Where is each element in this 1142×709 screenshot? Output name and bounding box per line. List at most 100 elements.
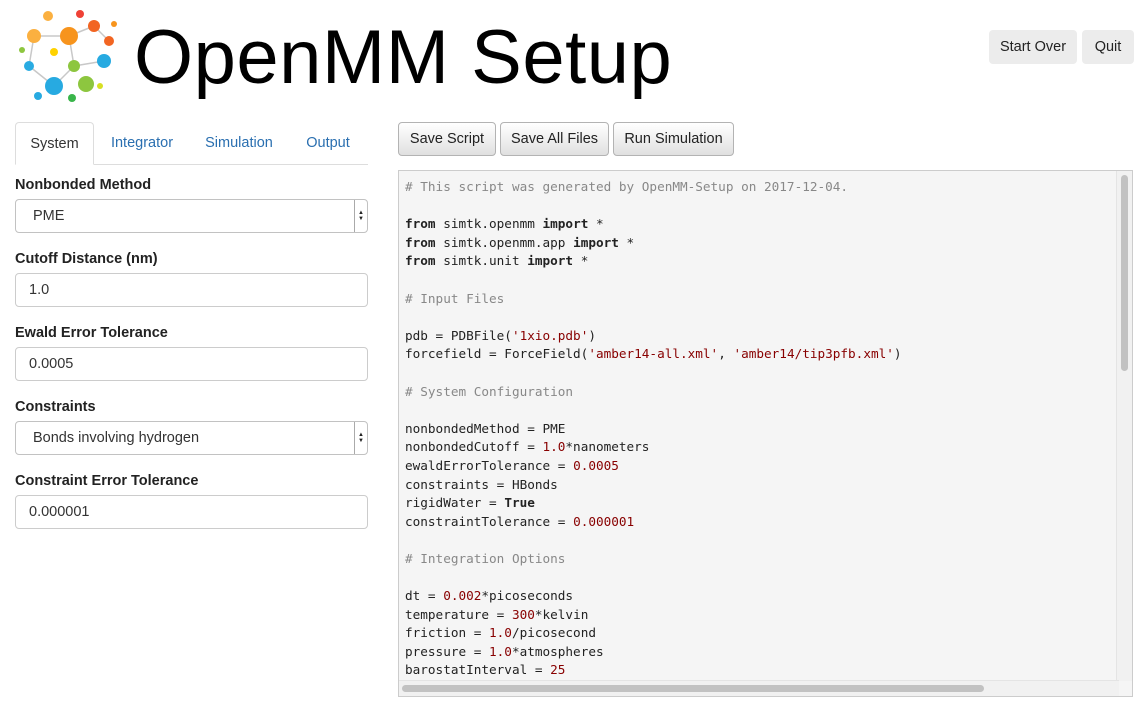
code-token: nonbondedMethod = PME [405,420,566,436]
code-token: from [405,234,436,250]
tab-output[interactable]: Output [298,122,358,164]
code-token: *picoseconds [481,588,574,604]
code-token: 'amber14-all.xml' [588,346,719,362]
code-token: 'amber14/tip3pfb.xml' [733,346,894,362]
quit-button[interactable]: Quit [1082,30,1134,64]
code-line: # Input Files [405,290,902,309]
code-token: True [504,495,535,511]
code-token: simtk.unit [435,253,528,269]
constraint-error-input[interactable]: 0.000001 [15,495,368,529]
code-token: /picosecond [511,625,596,641]
code-line: pdb = PDBFile('1xio.pdb') [405,327,902,346]
code-token: * [618,234,635,250]
vertical-scrollbar[interactable] [1116,171,1132,681]
code-token: temperature = [405,606,512,622]
script-code: # This script was generated by OpenMM-Se… [405,178,902,680]
code-line: dt = 0.002*picoseconds [405,587,902,606]
code-line: constraintTolerance = 0.000001 [405,513,902,532]
code-token: ) [588,327,596,343]
tab-system[interactable]: System [15,122,94,165]
code-token: , [718,346,734,362]
code-token: constraintTolerance = [405,513,574,529]
code-line: forcefield = ForceField('amber14-all.xml… [405,345,902,364]
code-token: # Input Files [405,290,505,306]
code-token: 0.0005 [573,457,619,473]
code-token: barostatInterval = [405,662,551,678]
code-token: from [405,253,436,269]
code-token: import [542,216,589,232]
nonbonded-method-label: Nonbonded Method [15,177,152,193]
nonbonded-method-select[interactable]: PME ▲ ▼ [15,199,368,233]
code-token: # This script was generated by OpenMM-Se… [405,179,849,194]
vertical-scroll-thumb[interactable] [1121,175,1128,371]
code-line: temperature = 300*kelvin [405,606,902,625]
select-arrows-icon: ▲ ▼ [354,422,367,454]
constraints-label: Constraints [15,399,96,415]
code-token: ) [893,346,902,362]
ewald-error-label: Ewald Error Tolerance [15,325,168,341]
code-token: '1xio.pdb' [511,327,589,343]
code-line: friction = 1.0/picosecond [405,624,902,643]
code-line: nonbondedMethod = PME [405,420,902,439]
start-over-button[interactable]: Start Over [989,30,1077,64]
code-token: *atmospheres [511,643,604,659]
code-token: constraints = HBonds [405,476,558,492]
run-simulation-button[interactable]: Run Simulation [613,122,734,156]
openmm-logo-icon [19,10,117,102]
horizontal-scroll-thumb[interactable] [402,685,984,692]
tab-simulation[interactable]: Simulation [198,122,280,164]
code-token: forcefield = ForceField( [405,346,589,362]
code-line: ewaldErrorTolerance = 0.0005 [405,457,902,476]
constraints-value: Bonds involving hydrogen [33,430,200,446]
code-line: pressure = 1.0*atmospheres [405,643,902,662]
code-line: # Integration Options [405,550,902,569]
code-token: 1.0 [542,439,566,455]
constraint-error-label: Constraint Error Tolerance [15,473,199,489]
code-token: 1.0 [489,643,512,659]
code-token: dt = [405,588,444,604]
code-token: * [573,253,589,269]
code-line: # System Configuration [405,383,902,402]
code-token: 300 [511,606,535,622]
select-arrows-icon: ▲ ▼ [354,200,367,232]
script-panel[interactable]: # This script was generated by OpenMM-Se… [398,170,1133,697]
tab-integrator[interactable]: Integrator [102,122,182,164]
code-line: # This script was generated by OpenMM-Se… [405,178,902,197]
code-token: # Integration Options [405,550,566,566]
code-line: from simtk.unit import * [405,252,902,271]
code-line: from simtk.openmm import * [405,215,902,234]
code-token: import [573,234,619,250]
horizontal-scrollbar[interactable] [399,680,1119,696]
code-token: friction = [405,625,490,641]
cutoff-distance-input[interactable]: 1.0 [15,273,368,307]
code-line: from simtk.openmm.app import * [405,234,902,253]
constraints-select[interactable]: Bonds involving hydrogen ▲ ▼ [15,421,368,455]
code-token: *nanometers [565,439,650,455]
code-token: from [405,216,436,232]
ewald-error-input[interactable]: 0.0005 [15,347,368,381]
save-script-button[interactable]: Save Script [398,122,496,156]
code-token: nonbondedCutoff = [405,439,543,455]
save-all-files-button[interactable]: Save All Files [500,122,609,156]
code-token: # System Configuration [405,383,574,399]
code-line: constraints = HBonds [405,476,902,495]
code-line: nonbondedCutoff = 1.0*nanometers [405,438,902,457]
code-token: import [527,253,574,269]
code-line: barostatInterval = 25 [405,661,902,680]
code-token: 0.000001 [573,513,635,529]
code-token: simtk.openmm.app [435,234,574,250]
code-token: rigidWater = [405,495,505,511]
code-token: 1.0 [489,625,512,641]
code-token: ewaldErrorTolerance = [405,457,574,473]
nonbonded-method-value: PME [33,208,65,224]
settings-tabs: System Integrator Simulation Output [15,122,368,165]
code-token: *kelvin [534,606,589,622]
code-token: 0.002 [443,588,482,604]
